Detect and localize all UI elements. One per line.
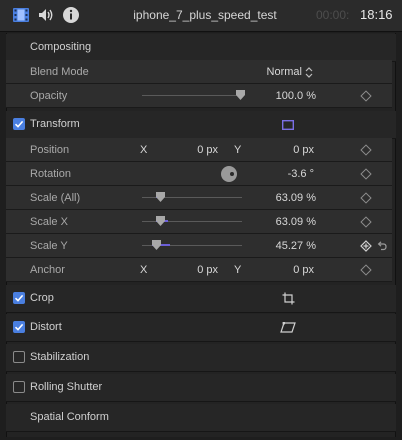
crop-section-header[interactable]: Crop [6, 285, 396, 313]
scale-x-row: Scale X 63.09 % [6, 210, 392, 234]
scale-all-row: Scale (All) 63.09 % [6, 186, 392, 210]
blend-mode-value[interactable]: Normal [246, 66, 302, 78]
compositing-label: Compositing [30, 41, 92, 53]
distort-checkbox[interactable] [13, 321, 25, 333]
stabilization-label: Stabilization [30, 351, 90, 363]
scale-all-keyframe-icon[interactable] [360, 192, 372, 204]
opacity-row: Opacity 100.0 % [6, 84, 392, 108]
position-row: Position X 0 px Y 0 px [6, 138, 392, 162]
rolling-shutter-section-header[interactable]: Rolling Shutter [6, 374, 396, 402]
rotation-label: Rotation [30, 168, 71, 180]
stabilization-section-header[interactable]: Stabilization [6, 344, 396, 372]
timecode-dim: 00:00: [316, 8, 350, 22]
blend-mode-label: Blend Mode [30, 66, 89, 78]
rotation-dial-icon[interactable] [220, 165, 238, 183]
scale-x-keyframe-icon[interactable] [360, 216, 372, 228]
position-y-axis: Y [234, 144, 242, 156]
distort-onscreen-icon[interactable] [280, 322, 296, 333]
spatial-conform-label: Spatial Conform [30, 411, 109, 423]
position-y-value[interactable]: 0 px [262, 144, 314, 156]
clip-title: iphone_7_plus_speed_test [133, 8, 277, 22]
scale-all-slider-knob[interactable] [156, 192, 165, 202]
position-x-value[interactable]: 0 px [166, 144, 218, 156]
transform-section-header[interactable]: Transform [6, 111, 396, 139]
anchor-y-axis: Y [234, 264, 242, 276]
rolling-shutter-checkbox[interactable] [13, 381, 25, 393]
scale-y-label: Scale Y [30, 240, 68, 252]
position-x-axis: X [140, 144, 148, 156]
crop-onscreen-icon[interactable] [282, 292, 295, 305]
info-inspector-icon[interactable] [62, 6, 80, 24]
distort-label: Distort [30, 321, 62, 333]
opacity-slider-knob[interactable] [236, 90, 245, 100]
video-inspector-icon[interactable] [12, 6, 30, 24]
audio-inspector-icon[interactable] [37, 6, 55, 24]
opacity-slider-track[interactable] [142, 95, 242, 96]
scale-x-value[interactable]: 63.09 % [246, 216, 316, 228]
distort-section-header[interactable]: Distort [6, 314, 396, 342]
rotation-row: Rotation -3.6 ° [6, 162, 392, 186]
scale-y-slider-knob[interactable] [152, 240, 161, 250]
scale-all-value[interactable]: 63.09 % [246, 192, 316, 204]
scale-y-row: Scale Y 45.27 % [6, 234, 392, 258]
crop-label: Crop [30, 292, 54, 304]
opacity-value[interactable]: 100.0 % [246, 90, 316, 102]
position-keyframe-icon[interactable] [360, 144, 372, 156]
rolling-shutter-label: Rolling Shutter [30, 381, 103, 393]
anchor-row: Anchor X 0 px Y 0 px [6, 258, 392, 282]
scale-x-slider-knob[interactable] [156, 216, 165, 226]
transform-label: Transform [30, 118, 80, 130]
stabilization-checkbox[interactable] [13, 351, 25, 363]
anchor-keyframe-icon[interactable] [360, 264, 372, 276]
rotation-value[interactable]: -3.6 ° [262, 168, 314, 180]
crop-checkbox[interactable] [13, 292, 25, 304]
scale-x-label: Scale X [30, 216, 68, 228]
scale-all-label: Scale (All) [30, 192, 81, 204]
transform-onscreen-icon[interactable] [282, 120, 294, 130]
opacity-keyframe-icon[interactable] [360, 90, 372, 102]
compositing-section-header[interactable]: Compositing [6, 34, 396, 62]
spatial-conform-section-header[interactable]: Spatial Conform [6, 404, 396, 432]
timecode: 18:16 [360, 7, 393, 22]
scale-y-value[interactable]: 45.27 % [246, 240, 316, 252]
blend-mode-row: Blend Mode Normal [6, 60, 392, 84]
add-keyframe-icon[interactable] [360, 240, 372, 252]
rotation-keyframe-icon[interactable] [360, 168, 372, 180]
anchor-label: Anchor [30, 264, 65, 276]
opacity-label: Opacity [30, 90, 68, 102]
transform-checkbox[interactable] [13, 118, 25, 130]
reset-icon[interactable] [376, 240, 388, 252]
anchor-y-value[interactable]: 0 px [262, 264, 314, 276]
anchor-x-value[interactable]: 0 px [166, 264, 218, 276]
popup-chevron-icon[interactable] [305, 67, 313, 78]
inspector-header: iphone_7_plus_speed_test 00:00: 18:16 [0, 0, 402, 32]
position-label: Position [30, 144, 70, 156]
anchor-x-axis: X [140, 264, 148, 276]
